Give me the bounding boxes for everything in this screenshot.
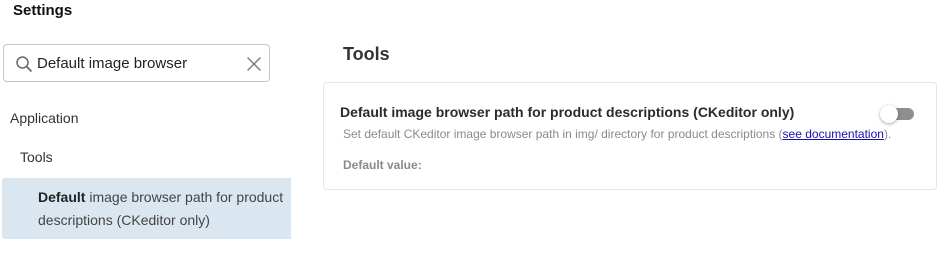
setting-toggle[interactable]: [880, 105, 916, 123]
sidebar-item-tools[interactable]: Tools: [20, 149, 53, 165]
search-input[interactable]: [37, 53, 232, 73]
sidebar-search-result[interactable]: Default image browser path for product d…: [2, 178, 291, 239]
search-box[interactable]: [3, 44, 270, 82]
setting-description-end: ).: [883, 127, 892, 141]
close-icon[interactable]: [246, 56, 262, 72]
toggle-knob: [880, 105, 898, 123]
section-title: Tools: [343, 44, 390, 64]
see-documentation-link[interactable]: see documentation: [783, 127, 884, 141]
setting-description-text: Set default CKeditor image browser path …: [343, 127, 783, 141]
setting-title: Default image browser path for product d…: [340, 104, 795, 120]
setting-description: Set default CKeditor image browser path …: [343, 127, 891, 141]
search-result-label: Default image browser path for product d…: [38, 186, 288, 232]
sidebar-item-application[interactable]: Application: [10, 110, 79, 126]
search-result-highlight: Default: [38, 189, 86, 205]
default-value-label: Default value:: [343, 158, 422, 172]
page-title: Settings: [13, 2, 73, 19]
search-icon: [16, 56, 32, 72]
setting-card: Default image browser path for product d…: [323, 82, 937, 190]
